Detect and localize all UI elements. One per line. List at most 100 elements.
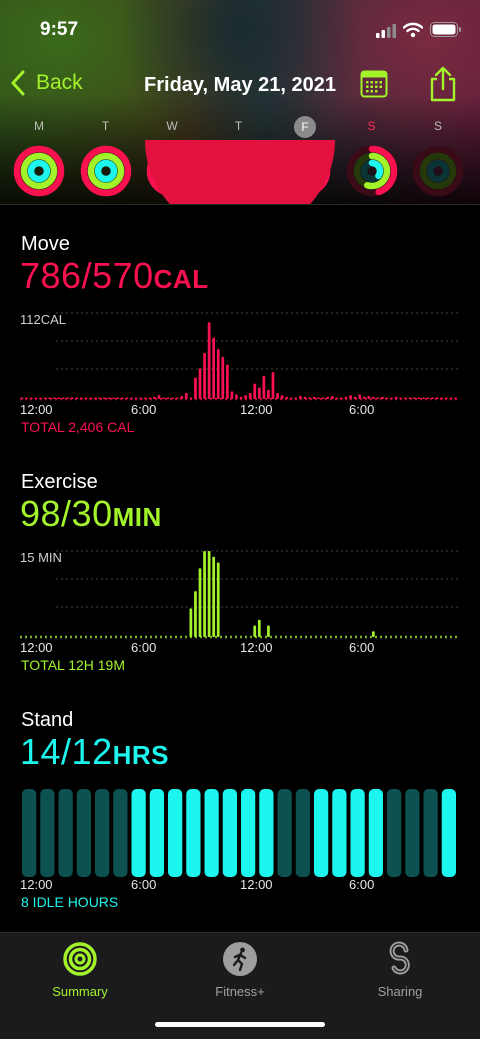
stand-bar (40, 789, 55, 877)
tab-fitness-plus-label: Fitness+ (215, 984, 265, 999)
day-6[interactable]: S (408, 116, 468, 203)
chart-bar (248, 392, 252, 399)
chart-bar (267, 625, 270, 637)
stand-value: 14/12HRS (20, 731, 169, 773)
chart-bar (440, 397, 444, 399)
chart-bar (289, 397, 293, 399)
chart-bar (61, 397, 65, 399)
chart-bar (426, 397, 430, 399)
tab-summary[interactable]: Summary (0, 941, 160, 999)
stand-x-label-3: 6:00 (349, 877, 375, 892)
chart-bar (198, 368, 202, 399)
chart-bar (280, 395, 284, 399)
stand-x-label-2: 12:00 (240, 877, 273, 892)
chart-bar (271, 372, 275, 400)
chart-bar (157, 395, 161, 399)
chart-bar (180, 395, 184, 399)
chart-bar (435, 397, 439, 399)
chart-bar (111, 397, 115, 399)
chart-bar (34, 397, 38, 399)
stand-bar (441, 789, 456, 877)
chart-bar (189, 397, 193, 399)
move-total: TOTAL 2,406 CAL (21, 419, 135, 435)
chart-bar (372, 396, 375, 399)
share-button[interactable] (428, 66, 458, 107)
chart-bar (285, 396, 289, 399)
chart-bar (299, 395, 302, 399)
chart-bar (413, 397, 416, 399)
chart-bar (408, 397, 412, 399)
chart-bar (130, 397, 133, 399)
chart-bar (317, 397, 320, 399)
chart-bar (52, 397, 56, 399)
chart-bar (422, 397, 425, 399)
chart-bar (253, 625, 257, 637)
activity-rings-1 (80, 145, 131, 197)
stand-bar (95, 789, 110, 877)
chart-bar (344, 396, 348, 399)
day-1[interactable]: T (76, 116, 136, 203)
chart-bar (143, 397, 147, 399)
chart-bar (358, 394, 362, 399)
chart-bar (189, 608, 193, 637)
stand-x-label-0: 12:00 (20, 877, 53, 892)
stand-bar (22, 789, 37, 877)
stand-bar (58, 789, 73, 877)
chart-bar (212, 337, 216, 399)
exercise-value-number: 98/30 (20, 493, 113, 534)
exercise-value-unit: MIN (112, 502, 162, 532)
chart-bar (166, 397, 170, 399)
day-letter: M (34, 119, 44, 133)
chart-bar (244, 395, 247, 399)
chart-bar (93, 397, 97, 399)
chart-bar (312, 396, 316, 399)
chart-bar (134, 397, 138, 399)
activity-rings-5 (346, 145, 397, 197)
chart-bar (330, 395, 334, 399)
stand-bar (76, 789, 91, 877)
day-0[interactable]: M (9, 116, 69, 203)
tab-summary-label: Summary (52, 984, 108, 999)
chart-bar (80, 397, 83, 399)
stand-bar (168, 789, 183, 877)
exercise-x-label-0: 12:00 (20, 640, 53, 655)
move-value-unit: CAL (153, 264, 209, 294)
tab-sharing[interactable]: Sharing (320, 941, 480, 999)
chart-bar (139, 397, 143, 399)
move-title: Move (21, 233, 70, 255)
stand-chart (22, 789, 456, 877)
tab-fitness-plus[interactable]: Fitness+ (160, 941, 320, 999)
chart-bar (276, 392, 279, 399)
stand-bar (222, 789, 237, 877)
stand-bar (295, 789, 310, 877)
day-letter: F (294, 116, 316, 138)
stand-ring-progress (94, 159, 117, 183)
chart-bar (153, 396, 156, 399)
share-icon (430, 66, 456, 102)
stand-bar (149, 789, 164, 877)
chart-bar (125, 397, 129, 399)
cellular-signal-icon (376, 24, 396, 38)
calendar-icon (360, 70, 388, 98)
chart-bar (75, 397, 79, 399)
chart-bar (29, 397, 33, 399)
chart-bar (321, 397, 325, 399)
stand-bar (131, 789, 146, 877)
chart-bar (454, 397, 457, 399)
stand-bar (259, 789, 274, 877)
day-5[interactable]: S (342, 116, 402, 203)
chart-bar (257, 387, 261, 399)
chart-bar (294, 397, 298, 399)
home-indicator (155, 1022, 325, 1027)
activity-rings-6 (412, 145, 464, 197)
chart-bar (362, 396, 366, 399)
chart-bar (98, 397, 101, 399)
battery-icon (430, 22, 461, 37)
summary-content[interactable]: Move 786/570CAL 112CAL 12:00 6:00 12:00 … (0, 205, 480, 932)
calendar-button[interactable] (360, 70, 388, 103)
chart-bar (43, 397, 47, 399)
chart-bar (445, 397, 448, 399)
exercise-x-label-3: 6:00 (349, 640, 375, 655)
chart-bar (212, 556, 216, 637)
chart-bar (207, 322, 211, 399)
